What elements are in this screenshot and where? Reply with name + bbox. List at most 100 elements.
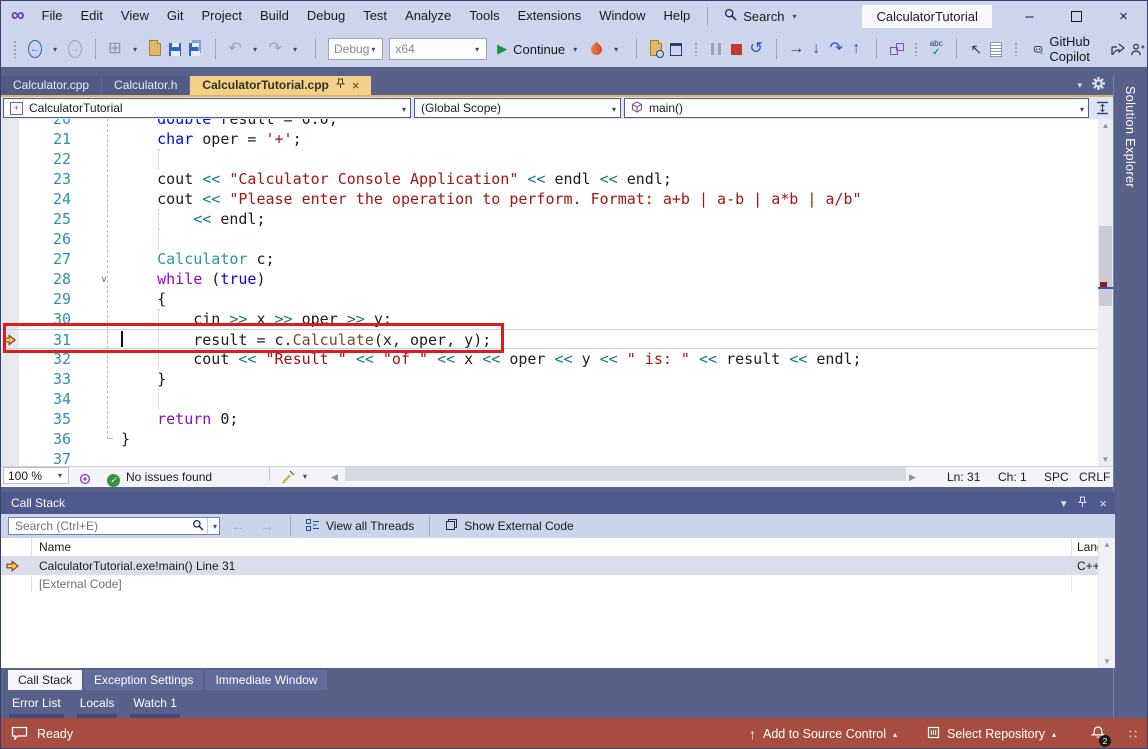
menu-view[interactable]: View [112,1,158,31]
hot-reload-icon[interactable] [586,37,606,61]
save-icon[interactable] [165,37,185,61]
new-project-dropdown[interactable]: ▾ [125,37,145,61]
navigate-backward-dropdown[interactable]: ▾ [45,37,65,61]
menu-extensions[interactable]: Extensions [509,1,591,31]
search-options-dropdown[interactable]: ▾ [211,522,219,531]
toolbar-overflow-3[interactable] [1006,37,1026,61]
menu-help[interactable]: Help [654,1,699,31]
find-in-files-icon[interactable] [646,37,666,61]
code-editor[interactable]: 20 double result = 0.0;21 char oper = '+… [1,119,1113,466]
code-line-28[interactable]: 28∨ while (true) [1,269,1098,289]
step-into-icon[interactable]: ↓ [806,37,826,61]
send-feedback-icon[interactable] [1127,37,1147,61]
member-dropdown[interactable]: main() ▾ [624,98,1089,118]
pin-icon[interactable] [1078,496,1087,511]
code-line-25[interactable]: 25 << endl; [1,209,1098,229]
tab-list-dropdown-icon[interactable]: ▾ [1077,80,1082,91]
document-outline-icon[interactable] [986,37,1006,61]
minimize-button[interactable]: – [1006,1,1053,31]
hscroll-right-icon[interactable]: ▶ [909,467,916,487]
frame-forward-icon[interactable]: → [256,518,278,534]
undo-icon[interactable]: ↶ [225,37,245,61]
menu-file[interactable]: File [33,1,72,31]
redo-dropdown[interactable]: ▾ [285,37,305,61]
split-editor-icon[interactable] [1093,98,1111,118]
redo-icon[interactable]: ↷ [265,37,285,61]
code-line-26[interactable]: 26 [1,229,1098,249]
menu-edit[interactable]: Edit [72,1,112,31]
collapse-region-icon[interactable]: ∨ [97,269,111,289]
call-stack-column-headers[interactable]: Name Lang [1,538,1115,557]
collapsed-tab-error-list[interactable]: Error List [9,696,64,718]
restart-icon[interactable]: ↺ [746,37,766,61]
call-stack-header[interactable]: Call Stack ▾ × [1,492,1115,514]
search-control[interactable]: Search ▾ [716,8,806,24]
callstack-scrollbar[interactable]: ▲ ▼ [1098,538,1115,668]
tab-Calculator.h[interactable]: Calculator.h [102,76,190,95]
notifications-button[interactable]: 2 [1090,725,1106,743]
code-line-35[interactable]: 35 return 0; [1,409,1098,429]
scrollbar-thumb[interactable] [1099,226,1112,306]
save-all-icon[interactable] [185,37,205,61]
solution-configuration-dropdown[interactable]: Debug▾ [328,38,383,60]
code-line-23[interactable]: 23 cout << "Calculator Console Applicati… [1,169,1098,189]
collapsed-tab-watch-1[interactable]: Watch 1 [130,696,180,718]
show-next-statement-icon[interactable]: → [786,37,806,61]
scope-dropdown[interactable]: (Global Scope) ▾ [414,98,621,118]
code-line-34[interactable]: 34 [1,389,1098,409]
add-to-source-control-button[interactable]: ↑ Add to Source Control ▴ [749,726,897,742]
code-line-22[interactable]: 22 [1,149,1098,169]
menu-debug[interactable]: Debug [298,1,354,31]
code-line-24[interactable]: 24 cout << "Please enter the operation t… [1,189,1098,209]
issues-indicator[interactable]: ✓No issues found [107,467,212,487]
view-all-threads-button[interactable]: View all Threads [303,519,417,534]
callstack-row[interactable]: CalculatorTutorial.exe!main() Line 31C++ [1,557,1115,575]
code-line-37[interactable]: 37 [1,449,1098,466]
text-visualizer-icon[interactable]: abc✓ [926,37,946,61]
hscroll-left-icon[interactable]: ◀ [331,467,338,487]
panel-tab-call-stack[interactable]: Call Stack [8,670,82,690]
scroll-down-icon[interactable]: ▼ [1098,455,1113,464]
menu-analyze[interactable]: Analyze [396,1,460,31]
break-all-icon[interactable] [706,37,726,61]
collapsed-tab-locals[interactable]: Locals [77,696,118,718]
continue-button[interactable]: ▶Continue▾ [497,41,579,57]
toolbar-overflow-2[interactable] [906,37,926,61]
menu-window[interactable]: Window [590,1,654,31]
code-line-20[interactable]: 20 double result = 0.0; [1,119,1098,129]
code-line-33[interactable]: 33 } [1,369,1098,389]
menu-git[interactable]: Git [158,1,193,31]
navigate-forward-icon[interactable]: → [65,37,85,61]
share-icon[interactable] [1107,37,1127,61]
close-panel-icon[interactable]: × [1099,496,1107,511]
show-external-code-button[interactable]: Show External Code [442,518,576,534]
stop-debugging-icon[interactable] [726,37,746,61]
code-line-36[interactable]: 36} [1,429,1098,449]
maximize-button[interactable] [1053,1,1100,31]
callstack-row[interactable]: [External Code] [1,575,1115,593]
navigate-backward-icon[interactable]: ← [25,37,45,61]
window-position-dropdown-icon[interactable]: ▾ [1061,497,1067,510]
tab-CalculatorTutorial.cpp[interactable]: CalculatorTutorial.cpp× [190,76,371,95]
tab-Calculator.cpp[interactable]: Calculator.cpp [1,76,102,95]
feedback-bubble-icon[interactable] [11,726,28,743]
show-threads-in-source-icon[interactable] [886,37,906,61]
close-button[interactable]: × [1100,1,1147,31]
search-dropdown-icon[interactable]: ▾ [790,12,798,21]
panel-tab-exception-settings[interactable]: Exception Settings [84,670,203,690]
solution-explorer-tab[interactable]: Solution Explorer [1113,76,1148,718]
scroll-up-icon[interactable]: ▲ [1099,540,1115,549]
pin-tab-icon[interactable] [336,76,345,95]
resize-grip[interactable] [1128,729,1139,740]
new-project-icon[interactable]: ⊞ [105,37,125,61]
menu-tools[interactable]: Tools [460,1,508,31]
scroll-down-icon[interactable]: ▼ [1099,657,1115,666]
github-copilot-button[interactable]: GitHub Copilot [1033,34,1100,64]
solution-platform-dropdown[interactable]: x64▾ [389,38,487,60]
callstack-search-box[interactable]: ▾ [8,517,220,535]
editor-vertical-scrollbar[interactable]: ▲ ▼ [1098,119,1113,466]
breakpoints-window-icon[interactable] [666,37,686,61]
zoom-dropdown[interactable]: 100 %▾ [3,467,69,484]
code-cleanup-icon[interactable] [281,470,296,490]
menu-build[interactable]: Build [251,1,298,31]
